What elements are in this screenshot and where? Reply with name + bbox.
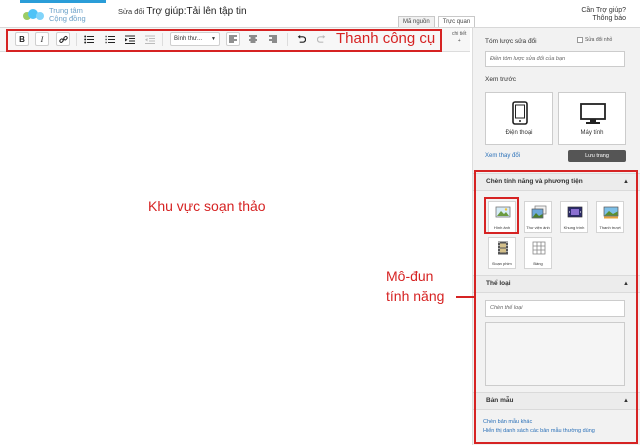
modules-annotation: Mô-đun tính năng — [386, 266, 444, 306]
desktop-icon — [580, 103, 606, 124]
preview-phone-button[interactable]: Điện thoại — [485, 92, 553, 145]
logo-text-line2: Cộng đồng — [49, 14, 86, 23]
toolbar-annotation: Thanh công cụ — [336, 30, 436, 47]
summary-label: Tóm lược sửa đổi — [485, 38, 537, 45]
tab-visual[interactable]: Trực quan — [437, 16, 476, 27]
summary-input[interactable]: Điền tóm lược sửa đổi của bạn — [485, 51, 625, 67]
editor-mode-tabs: Mã nguồn Trực quan — [398, 16, 476, 27]
modules-annotation-line1: Mô-đun — [386, 268, 434, 284]
minor-edit-checkbox[interactable]: Sửa đổi nhỏ — [577, 37, 612, 43]
tab-source[interactable]: Mã nguồn — [398, 16, 435, 27]
notifications-link[interactable]: Thông báo — [581, 15, 626, 23]
plus-icon: + — [457, 38, 461, 44]
more-tools-button[interactable]: chi tiết + — [452, 31, 466, 45]
help-link[interactable]: Cần Trợ giúp? — [581, 7, 626, 15]
page-title: Trợ giúp:Tải lên tập tin — [146, 6, 247, 17]
edit-title: Sửa đổi Trợ giúp:Tải lên tập tin — [118, 6, 247, 17]
minor-edit-label: Sửa đổi nhỏ — [585, 37, 613, 43]
desktop-label: Máy tính — [580, 130, 604, 136]
preview-label: Xem trước — [485, 76, 517, 83]
more-tools-label: chi tiết — [452, 31, 467, 37]
editor-area[interactable] — [0, 53, 470, 445]
preview-desktop-button[interactable]: Máy tính — [558, 92, 626, 145]
save-page-button[interactable]: Lưu trang — [568, 150, 626, 162]
modules-annotation-connector — [456, 296, 474, 298]
phone-label: Điện thoại — [505, 130, 533, 136]
image-tool-highlight-box — [484, 197, 519, 234]
modules-annotation-line2: tính năng — [386, 288, 445, 304]
editor-annotation: Khu vực soạn thảo — [148, 198, 266, 214]
community-logo-icon — [23, 9, 44, 20]
community-central-logo[interactable]: Trung tâm Cộng đồng — [22, 7, 86, 23]
header: Trung tâm Cộng đồng Sửa đổi Trợ giúp:Tải… — [0, 0, 640, 28]
checkbox-icon — [577, 37, 583, 43]
view-changes-link[interactable]: Xem thay đổi — [485, 153, 520, 159]
help-block: Cần Trợ giúp? Thông báo — [581, 7, 626, 23]
header-accent-bar — [20, 0, 106, 3]
phone-icon — [512, 101, 528, 125]
edit-prefix: Sửa đổi — [118, 7, 145, 16]
